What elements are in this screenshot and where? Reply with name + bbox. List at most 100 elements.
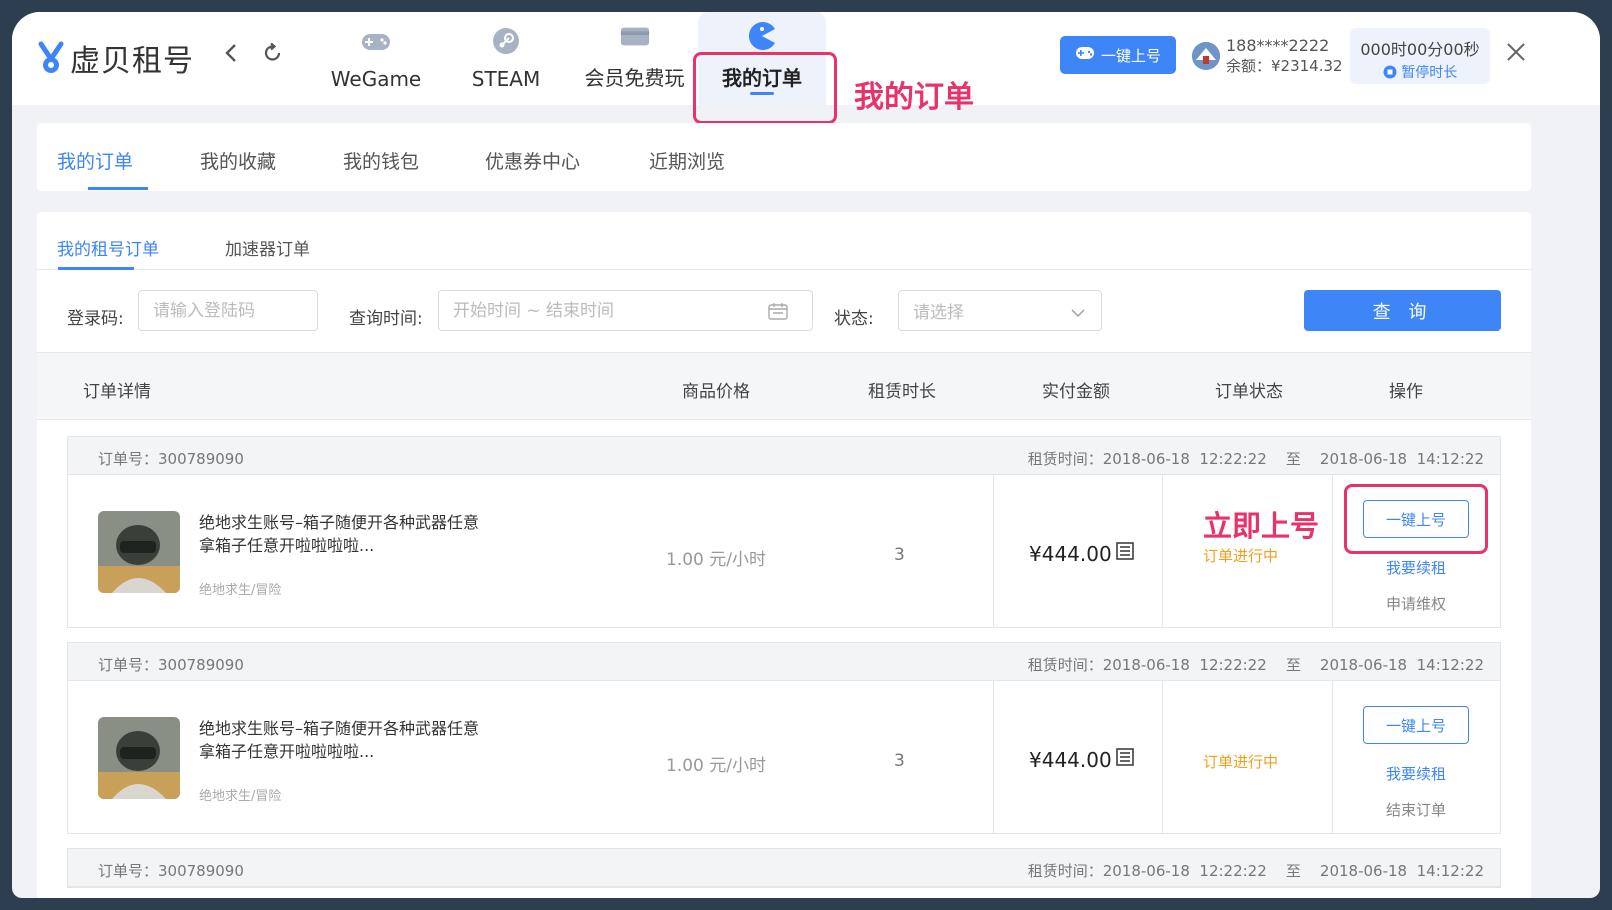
column-divider [1332,681,1333,833]
close-icon[interactable] [1506,38,1526,68]
paid-amount: ¥444.00 [1029,541,1112,566]
tab-wegame[interactable]: WeGame [330,12,422,105]
refresh-icon[interactable] [262,42,284,70]
highlight-box-my-orders [693,52,837,124]
game-title[interactable]: 绝地求生账号–箱子随便开各种武器任意拿箱子任意开啦啦啦啦... [199,717,479,763]
gamepad-icon [361,27,391,55]
order-status: 订单进行中 [1203,753,1279,771]
renew-link[interactable]: 我要续租 [1386,763,1446,784]
search-button[interactable]: 查 询 [1304,290,1501,331]
order-card: 订单号：300789090 租赁时间：2018-06-18 12:22:22 至… [67,436,1501,628]
unit-price: 1.00 元/小时 [666,550,766,570]
avatar [1192,42,1220,70]
chevron-down-icon [1071,303,1085,323]
game-title[interactable]: 绝地求生账号–箱子随便开各种武器任意拿箱子任意开啦啦啦啦... [199,511,479,557]
game-category: 绝地求生/冒险 [199,583,282,598]
login-code-label: 登录码: [67,309,124,329]
unit-price: 1.00 元/小时 [666,756,766,776]
column-divider [1162,475,1163,627]
order-body: 绝地求生账号–箱子随便开各种武器任意拿箱子任意开啦啦啦啦... 绝地求生/冒险 … [68,475,1500,627]
game-category: 绝地求生/冒险 [199,789,282,804]
calendar-icon[interactable] [768,302,788,325]
app-logo: 虚贝租号 [38,36,194,80]
order-number: 订单号：300789090 [98,450,244,468]
order-status: 订单进行中 [1203,547,1279,565]
tab-rental-orders[interactable]: 我的租号订单 [57,235,159,260]
login-code-field[interactable] [153,300,285,321]
user-phone: 188****2222 [1226,36,1330,55]
receipt-icon[interactable] [1115,541,1135,566]
user-balance: 余额：¥2314.32 [1226,57,1343,75]
dispute-link[interactable]: 申请维权 [1386,593,1446,614]
tab-coupon-center[interactable]: 优惠券中心 [485,147,580,174]
game-thumbnail[interactable] [98,511,180,593]
tab-member-free[interactable]: 会员免费玩 [577,12,692,105]
order-number: 订单号：300789090 [98,862,244,880]
paid-amount: ¥444.00 [1029,747,1112,772]
timer-value: 000时00分00秒 [1360,40,1480,59]
order-header: 订单号：300789090 租赁时间：2018-06-18 12:22:22 至… [68,849,1500,887]
annotation-instant-login: 立即上号 [1203,509,1320,543]
quick-login-order-button[interactable]: 一键上号 [1363,706,1469,744]
renew-link[interactable]: 我要续租 [1386,557,1446,578]
tab-label: 会员免费玩 [584,66,685,90]
col-duration: 租赁时长 [868,382,936,402]
active-tab-indicator [58,267,134,270]
date-range-input[interactable] [438,290,813,331]
back-icon[interactable] [224,42,238,70]
tab-my-orders-section[interactable]: 我的订单 [57,147,133,174]
game-thumbnail[interactable] [98,717,180,799]
col-status: 订单状态 [1215,382,1283,402]
column-divider [993,681,994,833]
tab-label: STEAM [471,67,541,91]
end-order-link[interactable]: 结束订单 [1386,799,1446,820]
app-window: 虚贝租号 WeGame STEAM 会员免费玩 我的订单 我的订单 一键上号 1… [12,12,1600,898]
tab-recent-views[interactable]: 近期浏览 [649,147,725,174]
tab-wallet[interactable]: 我的钱包 [343,147,419,174]
order-body: 绝地求生账号–箱子随便开各种武器任意拿箱子任意开啦啦啦啦... 绝地求生/冒险 … [68,681,1500,833]
order-card: 订单号：300789090 租赁时间：2018-06-18 12:22:22 至… [67,848,1501,888]
highlight-box-login [1344,484,1488,554]
logo-text: 虚贝租号 [70,44,194,79]
gamepad-icon [1075,46,1095,64]
tab-accelerator-orders[interactable]: 加速器订单 [225,235,310,260]
logo-icon [38,41,64,75]
rent-duration: 3 [894,751,905,771]
rent-duration: 3 [894,545,905,565]
top-bar: 虚贝租号 WeGame STEAM 会员免费玩 我的订单 我的订单 一键上号 1… [12,12,1600,124]
orders-panel: 我的租号订单 加速器订单 登录码: 查询时间: 状态: 请选择 查 询 订单详情… [37,212,1531,898]
order-header: 订单号：300789090 租赁时间：2018-06-18 12:22:22 至… [68,643,1500,681]
quick-login-button[interactable]: 一键上号 [1060,36,1176,74]
col-actions: 操作 [1389,382,1423,402]
status-label: 状态: [834,309,874,329]
tab-label: WeGame [330,67,422,91]
date-range-field[interactable] [453,300,741,321]
col-paid: 实付金额 [1042,382,1110,402]
login-code-input[interactable] [138,290,318,331]
rent-time: 租赁时间：2018-06-18 12:22:22 至 2018-06-18 14… [1027,450,1484,468]
status-select[interactable]: 请选择 [898,290,1102,331]
time-label: 查询时间: [349,309,423,329]
card-icon [620,22,650,50]
annotation-my-orders: 我的订单 [854,80,974,115]
column-divider [1162,681,1163,833]
order-number: 订单号：300789090 [98,656,244,674]
rental-timer[interactable]: 000时00分00秒 暂停时长 [1350,28,1490,84]
quick-login-label: 一键上号 [1100,46,1161,65]
pacman-icon [747,22,777,50]
table-header: 订单详情 商品价格 租赁时长 实付金额 订单状态 操作 [37,352,1531,420]
section-tabs: 我的订单 我的收藏 我的钱包 优惠券中心 近期浏览 [37,123,1531,191]
rent-time: 租赁时间：2018-06-18 12:22:22 至 2018-06-18 14… [1027,862,1484,880]
column-divider [993,475,994,627]
pause-icon [1383,65,1397,81]
order-card: 订单号：300789090 租赁时间：2018-06-18 12:22:22 至… [67,642,1501,834]
user-info[interactable]: 188****2222 余额：¥2314.32 [1192,36,1343,76]
tab-steam[interactable]: STEAM [462,12,550,105]
pause-label: 暂停时长 [1401,65,1458,81]
order-type-tabs: 我的租号订单 加速器订单 [37,212,1531,270]
order-header: 订单号：300789090 租赁时间：2018-06-18 12:22:22 至… [68,437,1500,475]
receipt-icon[interactable] [1115,747,1135,772]
steam-icon [491,27,521,55]
tab-favorites[interactable]: 我的收藏 [200,147,276,174]
rent-time: 租赁时间：2018-06-18 12:22:22 至 2018-06-18 14… [1027,656,1484,674]
